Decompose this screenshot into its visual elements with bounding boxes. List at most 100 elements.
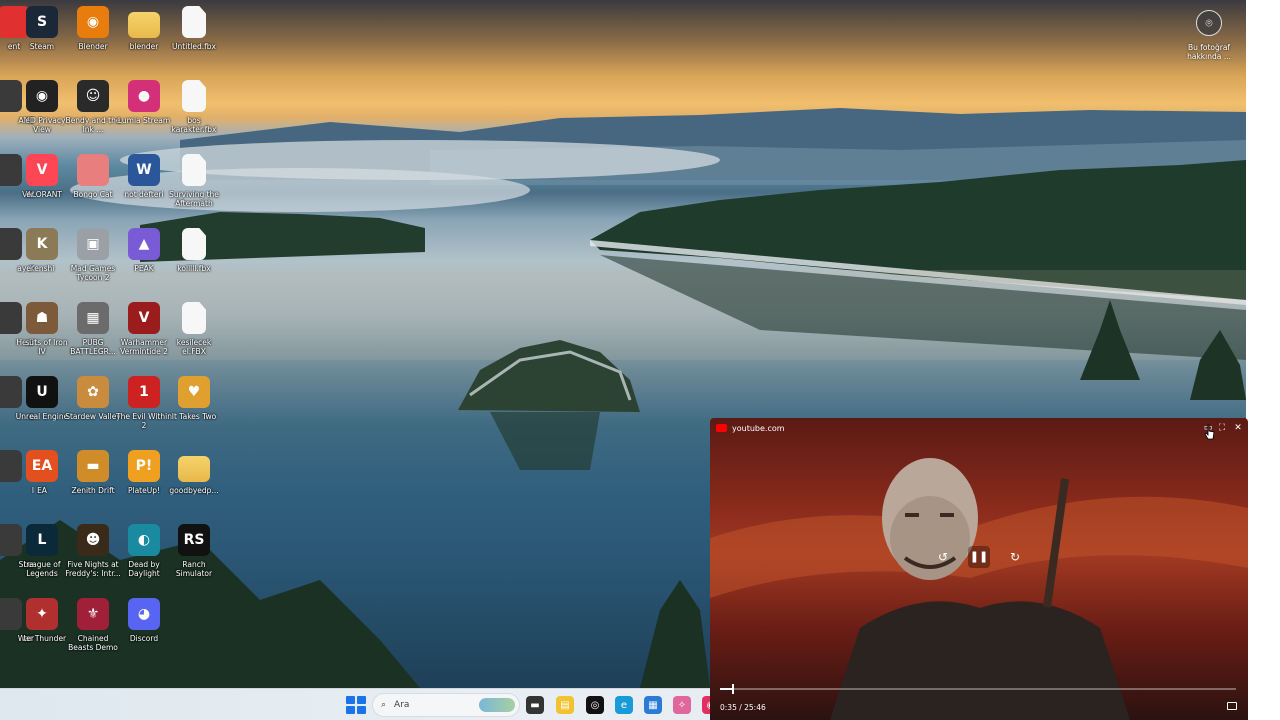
- pip-titlebar: youtube.com: [710, 418, 1248, 438]
- app-icon: [182, 228, 206, 260]
- windows-logo-tile: [357, 696, 366, 704]
- expand-icon[interactable]: ⛶: [1216, 422, 1228, 434]
- desktop-icon[interactable]: Bongo Cat: [65, 154, 121, 199]
- desktop-icon[interactable]: ☺ Bendy and the Ink ...: [65, 80, 121, 134]
- app-icon: [182, 6, 206, 38]
- pause-button[interactable]: ❚❚: [968, 546, 990, 568]
- desktop-icon[interactable]: ☻ Five Nights at Freddy's: Intr...: [65, 524, 121, 578]
- desktop-icon-cutoff[interactable]: ell: [0, 80, 34, 125]
- desktop-icon-label: ell: [25, 116, 34, 125]
- desktop-icon[interactable]: Wnot defteri: [116, 154, 172, 199]
- app-icon: [0, 376, 22, 408]
- desktop-icon-label: Steam: [29, 42, 55, 51]
- desktop-icon-label: e: [29, 412, 34, 421]
- desktop-icon[interactable]: S Steam: [14, 6, 70, 51]
- picture-in-picture-window[interactable]: youtube.com ▭ ⛶ ✕ ↺ ❚❚ ↻ 0:35 / 25:46: [710, 418, 1248, 720]
- progress-fill: [720, 688, 732, 690]
- desktop-icon-label: PlateUp!: [127, 486, 160, 495]
- desktop-icon[interactable]: 1 The Evil Within 2: [116, 376, 172, 430]
- app-icon: [0, 80, 22, 112]
- app-icon: ♥: [178, 376, 210, 408]
- desktop-icon-cutoff[interactable]: er: [0, 154, 34, 199]
- app-icon: ▬: [77, 450, 109, 482]
- store-icon[interactable]: ▦: [644, 696, 662, 714]
- desktop-icon-cutoff[interactable]: e: [0, 376, 34, 421]
- app-icon: 1: [128, 376, 160, 408]
- desktop-icon[interactable]: boş karakter.fbx: [166, 80, 222, 134]
- desktop-icon-cutoff[interactable]: ter: [0, 598, 34, 643]
- desktop-icon-label: blender: [129, 42, 159, 51]
- app-icon: [0, 598, 22, 630]
- desktop-icon-label: It Takes Two: [171, 412, 217, 421]
- progress-knob[interactable]: [732, 684, 734, 694]
- forward-icon[interactable]: ↻: [1006, 548, 1024, 566]
- files-icon[interactable]: ▤: [556, 696, 574, 714]
- desktop-icon-label: Ranch Simulator: [175, 560, 213, 578]
- desktop-icon-label: ter: [23, 634, 34, 643]
- desktop-icon[interactable]: ◐ Dead by Daylight: [116, 524, 172, 578]
- desktop-icon[interactable]: ♥ It Takes Two: [166, 376, 222, 421]
- desktop-icon-cutoff[interactable]: ayer: [0, 228, 34, 273]
- desktop-icon[interactable]: ▣ Mad Games Tycoon 2: [65, 228, 121, 282]
- chatgpt-icon[interactable]: ◎: [586, 696, 604, 714]
- youtube-icon: [716, 424, 727, 432]
- app-icon: [128, 12, 160, 38]
- desktop-icon[interactable]: blender: [116, 6, 172, 51]
- captions-icon[interactable]: [1227, 702, 1237, 710]
- app-icon: ☺: [77, 80, 109, 112]
- desktop-icon[interactable]: ✿ Stardew Valley: [65, 376, 121, 421]
- desktop-icon-label: Chained Beasts Demo: [68, 634, 118, 652]
- app-icon: [0, 450, 22, 482]
- taskbar-search[interactable]: ⌕ Ara: [372, 693, 520, 717]
- photo-info-button[interactable]: ⌾ Bu fotoğraf hakkında ...: [1186, 10, 1232, 61]
- app-icon: [178, 456, 210, 482]
- app-icon: [182, 154, 206, 186]
- desktop-icon[interactable]: ◕ Discord: [116, 598, 172, 643]
- search-icon: ⌕: [381, 700, 387, 710]
- desktop-icon-cutoff[interactable]: l: [0, 450, 34, 495]
- desktop-icon-label: Lumia Stream: [117, 116, 171, 125]
- app-icon: ⚜: [77, 598, 109, 630]
- desktop-icon[interactable]: kolllll.fbx: [166, 228, 222, 273]
- desktop-icon[interactable]: RS Ranch Simulator: [166, 524, 222, 578]
- app-icon: [77, 154, 109, 186]
- desktop-icon[interactable]: Surviving the Aftermath: [166, 154, 222, 208]
- desktop-icon[interactable]: V Warhammer Vermintide 2: [116, 302, 172, 356]
- app-icon: ✿: [77, 376, 109, 408]
- app-icon: ▣: [77, 228, 109, 260]
- desktop-icon[interactable]: ● Lumia Stream: [116, 80, 172, 125]
- app-icon: [182, 80, 206, 112]
- app-icon: [0, 228, 22, 260]
- desktop-icon[interactable]: P! PlateUp!: [116, 450, 172, 495]
- desktop-icon[interactable]: ▲ PEAK: [116, 228, 172, 273]
- desktop-icon-label: Surviving the Aftermath: [169, 190, 219, 208]
- windows-logo-tile: [346, 696, 355, 704]
- windows-logo-tile: [357, 706, 366, 714]
- start-button[interactable]: [344, 695, 366, 715]
- app-icon: ▦: [77, 302, 109, 334]
- desktop-icon-cutoff[interactable]: Stra: [0, 524, 34, 569]
- edge-icon[interactable]: e: [615, 696, 633, 714]
- camera-icon: ⌾: [1196, 10, 1222, 36]
- desktop-icon-label: Five Nights at Freddy's: Intr...: [65, 560, 121, 578]
- rewind-icon[interactable]: ↺: [934, 548, 952, 566]
- desktop-icon[interactable]: ▦ PUBG BATTLEGR...: [65, 302, 121, 356]
- video-frame: [710, 458, 1248, 720]
- progress-bar[interactable]: [720, 684, 1236, 694]
- pip-source-label: youtube.com: [732, 423, 785, 433]
- search-highlight-image: [479, 698, 515, 712]
- desktop-icon-cutoff[interactable]: sü: [0, 302, 34, 347]
- file-explorer-icon[interactable]: ▬: [526, 696, 544, 714]
- desktop-icon-label: sü: [25, 338, 34, 347]
- desktop-icon[interactable]: ⚜ Chained Beasts Demo: [65, 598, 121, 652]
- desktop-icon[interactable]: ◉ Blender: [65, 6, 121, 51]
- app-icon: V: [128, 302, 160, 334]
- desktop-icon[interactable]: Untitled.fbx: [166, 6, 222, 51]
- desktop-icon[interactable]: ▬ Zenith Drift: [65, 450, 121, 495]
- desktop-icon[interactable]: goodbyedp...: [166, 450, 222, 495]
- copilot-icon[interactable]: ✧: [673, 696, 691, 714]
- app-icon: [182, 302, 206, 334]
- desktop-icon[interactable]: kesilecek el.FBX: [166, 302, 222, 356]
- close-icon[interactable]: ✕: [1232, 422, 1244, 434]
- photo-info-label: Bu fotoğraf hakkında ...: [1187, 43, 1231, 61]
